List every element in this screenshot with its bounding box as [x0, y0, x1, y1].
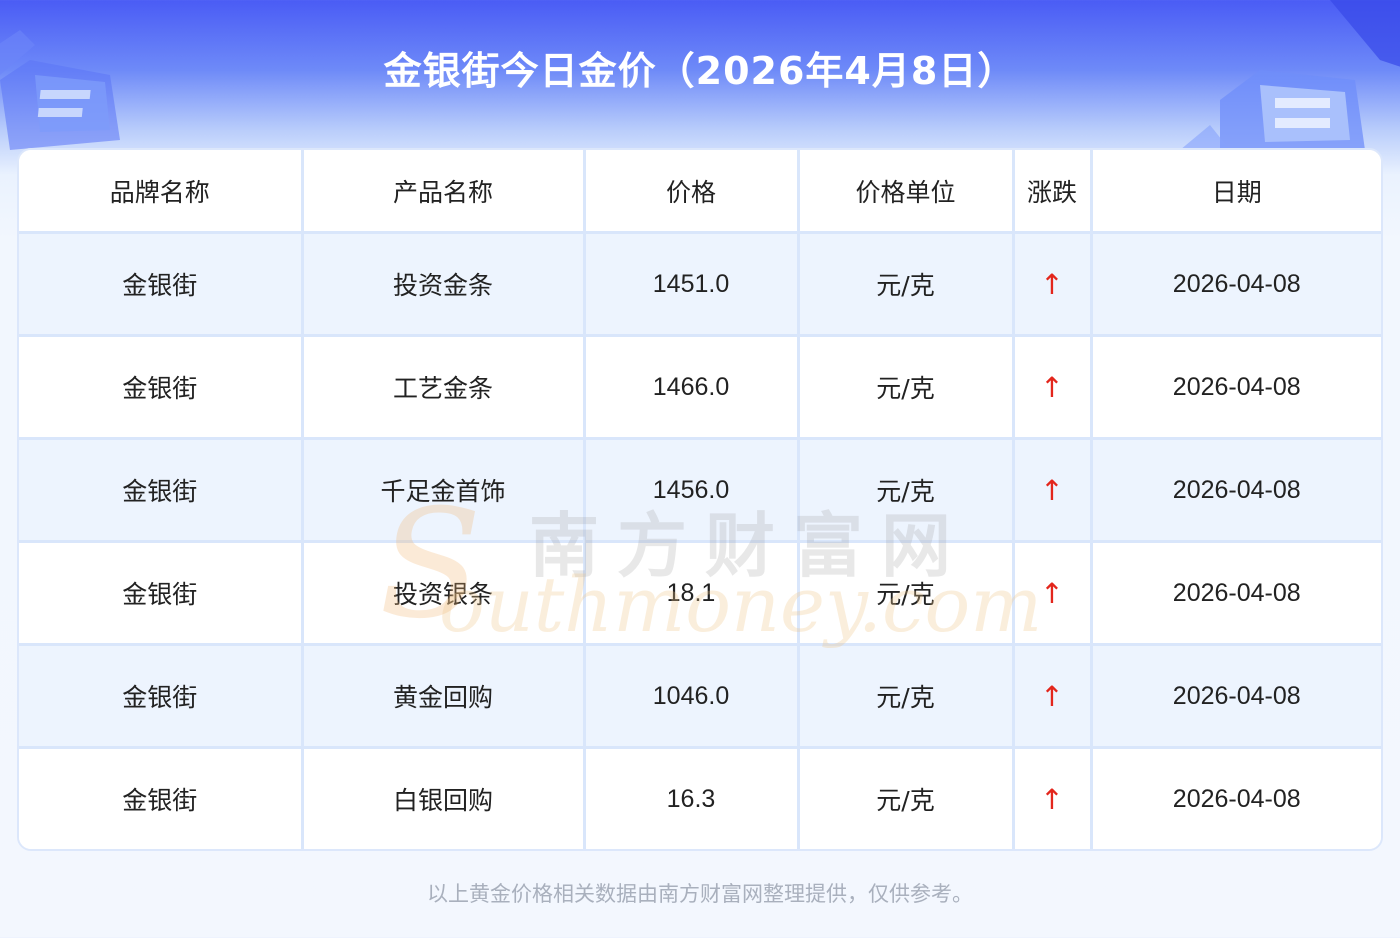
table-header-row: 品牌名称 产品名称 价格 价格单位 涨跌 日期	[19, 150, 1381, 234]
date-cell: 2026-04-08	[1091, 335, 1381, 440]
brand-cell: 金银街	[19, 335, 304, 440]
product-cell: 投资金条	[302, 232, 586, 337]
page-title: 金银街今日金价（2026年4月8日）	[383, 49, 1017, 93]
product-cell: 黄金回购	[302, 644, 586, 749]
table-row: 金银街 投资金条 1451.0 元/克 ↑ 2026-04-08	[19, 232, 1381, 337]
up-arrow-icon: ↑	[1013, 335, 1093, 440]
up-arrow-icon: ↑	[1013, 438, 1093, 543]
product-cell: 工艺金条	[302, 335, 586, 440]
date-cell: 2026-04-08	[1091, 644, 1381, 749]
price-cell: 1451.0	[584, 232, 800, 337]
table-row: 金银街 工艺金条 1466.0 元/克 ↑ 2026-04-08	[19, 335, 1381, 440]
table-row: 金银街 投资银条 18.1 元/克 ↑ 2026-04-08	[19, 541, 1381, 646]
date-cell: 2026-04-08	[1091, 541, 1381, 646]
unit-cell: 元/克	[798, 438, 1015, 543]
footer-disclaimer: 以上黄金价格相关数据由南方财富网整理提供，仅供参考。	[427, 882, 973, 906]
price-cell: 1456.0	[584, 438, 800, 543]
price-table-card: 品牌名称 产品名称 价格 价格单位 涨跌 日期 金银街 投资金条 1451.0 …	[17, 148, 1383, 851]
product-cell: 千足金首饰	[302, 438, 586, 543]
unit-cell: 元/克	[798, 232, 1015, 337]
date-cell: 2026-04-08	[1091, 232, 1381, 337]
column-header-date: 日期	[1091, 150, 1381, 234]
column-header-price: 价格	[584, 150, 800, 234]
gold-price-table: 品牌名称 产品名称 价格 价格单位 涨跌 日期 金银街 投资金条 1451.0 …	[19, 150, 1381, 849]
brand-cell: 金银街	[19, 438, 304, 543]
table-row: 金银街 白银回购 16.3 元/克 ↑ 2026-04-08	[19, 747, 1381, 849]
table-row: 金银街 千足金首饰 1456.0 元/克 ↑ 2026-04-08	[19, 438, 1381, 543]
product-cell: 白银回购	[302, 747, 586, 849]
up-arrow-icon: ↑	[1013, 644, 1093, 749]
price-cell: 16.3	[584, 747, 800, 849]
price-cell: 1046.0	[584, 644, 800, 749]
price-cell: 1466.0	[584, 335, 800, 440]
price-cell: 18.1	[584, 541, 800, 646]
up-arrow-icon: ↑	[1013, 232, 1093, 337]
unit-cell: 元/克	[798, 644, 1015, 749]
unit-cell: 元/克	[798, 541, 1015, 646]
unit-cell: 元/克	[798, 747, 1015, 849]
date-cell: 2026-04-08	[1091, 747, 1381, 849]
column-header-unit: 价格单位	[798, 150, 1015, 234]
up-arrow-icon: ↑	[1013, 541, 1093, 646]
column-header-brand: 品牌名称	[19, 150, 304, 234]
product-cell: 投资银条	[302, 541, 586, 646]
brand-cell: 金银街	[19, 541, 304, 646]
column-header-product: 产品名称	[302, 150, 586, 234]
brand-cell: 金银街	[19, 747, 304, 849]
column-header-change: 涨跌	[1013, 150, 1093, 234]
table-row: 金银街 黄金回购 1046.0 元/克 ↑ 2026-04-08	[19, 644, 1381, 749]
brand-cell: 金银街	[19, 644, 304, 749]
unit-cell: 元/克	[798, 335, 1015, 440]
up-arrow-icon: ↑	[1013, 747, 1093, 849]
brand-cell: 金银街	[19, 232, 304, 337]
date-cell: 2026-04-08	[1091, 438, 1381, 543]
